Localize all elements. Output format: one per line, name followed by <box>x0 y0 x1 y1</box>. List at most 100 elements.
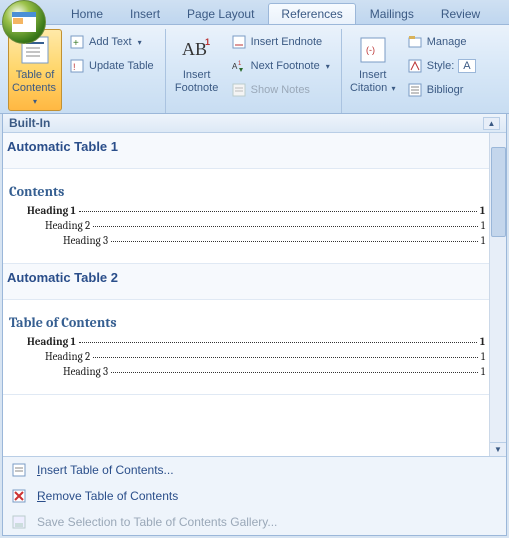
tab-mailings[interactable]: Mailings <box>357 3 427 24</box>
toc-row-label: Heading 2 <box>45 219 90 232</box>
scroll-down-button[interactable]: ▼ <box>490 442 506 456</box>
scrollbar-thumb[interactable] <box>491 147 506 237</box>
toc-label-1: Table of <box>16 69 55 82</box>
tab-home[interactable]: Home <box>58 3 116 24</box>
ribbon-tabstrip: HomeInsertPage LayoutReferencesMailingsR… <box>0 0 509 24</box>
preview-title: Automatic Table 1 <box>3 133 489 169</box>
manage-sources-button[interactable]: Manage <box>402 31 481 53</box>
gallery-category-header: Built-In ▲ <box>3 114 506 133</box>
show-notes-icon <box>231 82 247 98</box>
gallery-category-label: Built-In <box>9 116 50 130</box>
tab-references[interactable]: References <box>268 3 355 24</box>
toc-row: Heading 2 1 <box>9 350 485 363</box>
save-toc-gallery-menu-item: Save Selection to Table of Contents Gall… <box>3 509 506 535</box>
style-icon <box>407 58 423 74</box>
toc-leader-dots <box>93 357 478 358</box>
toc-row-page: 1 <box>480 335 485 348</box>
insert-footnote-icon: AB1 <box>181 34 213 66</box>
insert-endnote-button[interactable]: Insert Endnote <box>226 31 335 53</box>
svg-text:(-): (-) <box>366 45 375 55</box>
toc-row-page: 1 <box>481 219 485 232</box>
office-logo-icon <box>12 12 36 32</box>
toc-row-label: Heading 3 <box>63 365 108 378</box>
svg-text:+: + <box>73 38 79 49</box>
group-footnotes: AB1 Insert Footnote Insert Endnote A1 Ne… <box>166 29 342 113</box>
svg-text:1: 1 <box>238 61 242 67</box>
show-notes-button[interactable]: Show Notes <box>226 79 335 101</box>
scroll-up-button[interactable]: ▲ <box>483 117 500 130</box>
manage-label: Manage <box>427 36 467 48</box>
tab-insert[interactable]: Insert <box>117 3 173 24</box>
insert-footnote-button[interactable]: AB1 Insert Footnote <box>170 29 224 111</box>
chevron-down-icon: ▾ <box>33 97 37 106</box>
add-text-label: Add Text <box>89 36 132 48</box>
update-table-button[interactable]: ! Update Table <box>64 55 159 77</box>
manage-sources-icon <box>407 34 423 50</box>
insert-toc-icon <box>11 462 27 478</box>
preview-contents-heading: Contents <box>9 183 485 200</box>
preview-title: Automatic Table 2 <box>3 264 489 300</box>
toc-row-page: 1 <box>481 365 485 378</box>
chevron-down-icon: ▾ <box>138 38 142 47</box>
toc-preview-item[interactable]: Contents Heading 1 1 Heading 2 1 Heading 3 1 <box>3 183 489 264</box>
remove-toc-label: Remove Table of Contents <box>37 489 178 503</box>
toc-row-label: Heading 1 <box>27 204 76 217</box>
toc-row: Heading 3 1 <box>9 234 485 247</box>
bibliography-button[interactable]: Bibliogr <box>402 79 481 101</box>
preview-contents-heading: Table of Contents <box>9 314 485 331</box>
style-value[interactable]: A <box>458 59 475 73</box>
style-label: Style: <box>427 60 455 72</box>
toc-gallery-dropdown: Built-In ▲ Automatic Table 1 Contents Head… <box>2 113 507 536</box>
update-table-icon: ! <box>69 58 85 74</box>
next-footnote-label: Next Footnote <box>251 60 320 72</box>
tab-page-layout[interactable]: Page Layout <box>174 3 267 24</box>
remove-toc-icon <box>11 488 27 504</box>
toc-row: Heading 1 1 <box>9 204 485 217</box>
insert-citation-button[interactable]: (-) Insert Citation ▾ <box>346 29 400 111</box>
insert-footnote-label-1: Insert <box>183 69 211 82</box>
toc-row-label: Heading 1 <box>27 335 76 348</box>
group-citations: (-) Insert Citation ▾ Manage Style: A Bi… <box>342 29 487 113</box>
add-text-icon: + <box>69 34 85 50</box>
toc-row-page: 1 <box>481 234 485 247</box>
gallery-footer: Insert Table of Contents... Remove Table… <box>3 456 506 535</box>
toc-row-label: Heading 3 <box>63 234 108 247</box>
insert-toc-label: Insert Table of Contents... <box>37 463 174 477</box>
svg-text:1: 1 <box>205 37 210 47</box>
gallery-area: Automatic Table 1ContentsHeading 11Headi… <box>3 133 506 456</box>
toc-leader-dots <box>93 226 478 227</box>
insert-endnote-label: Insert Endnote <box>251 36 323 48</box>
toc-leader-dots <box>79 211 477 212</box>
toc-label-2: Contents <box>12 82 56 94</box>
toc-leader-dots <box>111 372 478 373</box>
insert-citation-label-2: Citation <box>350 82 387 94</box>
bibliography-label: Bibliogr <box>427 84 464 96</box>
insert-citation-icon: (-) <box>357 34 389 66</box>
update-table-label: Update Table <box>89 60 154 72</box>
toc-preview-item[interactable]: Table of ContentsHeading 11Heading 21Hea… <box>3 314 489 395</box>
tab-review[interactable]: Review <box>428 3 493 24</box>
toc-row-page: 1 <box>480 204 485 217</box>
chevron-down-icon: ▾ <box>389 84 395 93</box>
insert-citation-label-1: Insert <box>359 69 387 82</box>
save-gallery-label: Save Selection to Table of Contents Gall… <box>37 515 277 529</box>
toc-row-page: 1 <box>481 350 485 363</box>
next-footnote-icon: A1 <box>231 58 247 74</box>
toc-row-label: Heading 2 <box>45 350 90 363</box>
chevron-down-icon: ▾ <box>326 62 330 71</box>
save-gallery-icon <box>11 514 27 530</box>
show-notes-label: Show Notes <box>251 84 310 96</box>
toc-leader-dots <box>79 342 477 343</box>
ribbon: Table of Contents ▾ + Add Text ▾ ! Updat… <box>0 24 509 114</box>
gallery-scrollbar[interactable]: ▼ <box>489 133 506 456</box>
office-button[interactable] <box>2 0 46 44</box>
remove-toc-menu-item[interactable]: Remove Table of Contents <box>3 483 506 509</box>
style-selector[interactable]: Style: A <box>402 55 481 77</box>
add-text-button[interactable]: + Add Text ▾ <box>64 31 159 53</box>
bibliography-icon <box>407 82 423 98</box>
insert-toc-menu-item[interactable]: Insert Table of Contents... <box>3 457 506 483</box>
insert-endnote-icon <box>231 34 247 50</box>
next-footnote-button[interactable]: A1 Next Footnote ▾ <box>226 55 335 77</box>
toc-row: Heading 3 1 <box>9 365 485 378</box>
svg-text:!: ! <box>73 62 76 72</box>
